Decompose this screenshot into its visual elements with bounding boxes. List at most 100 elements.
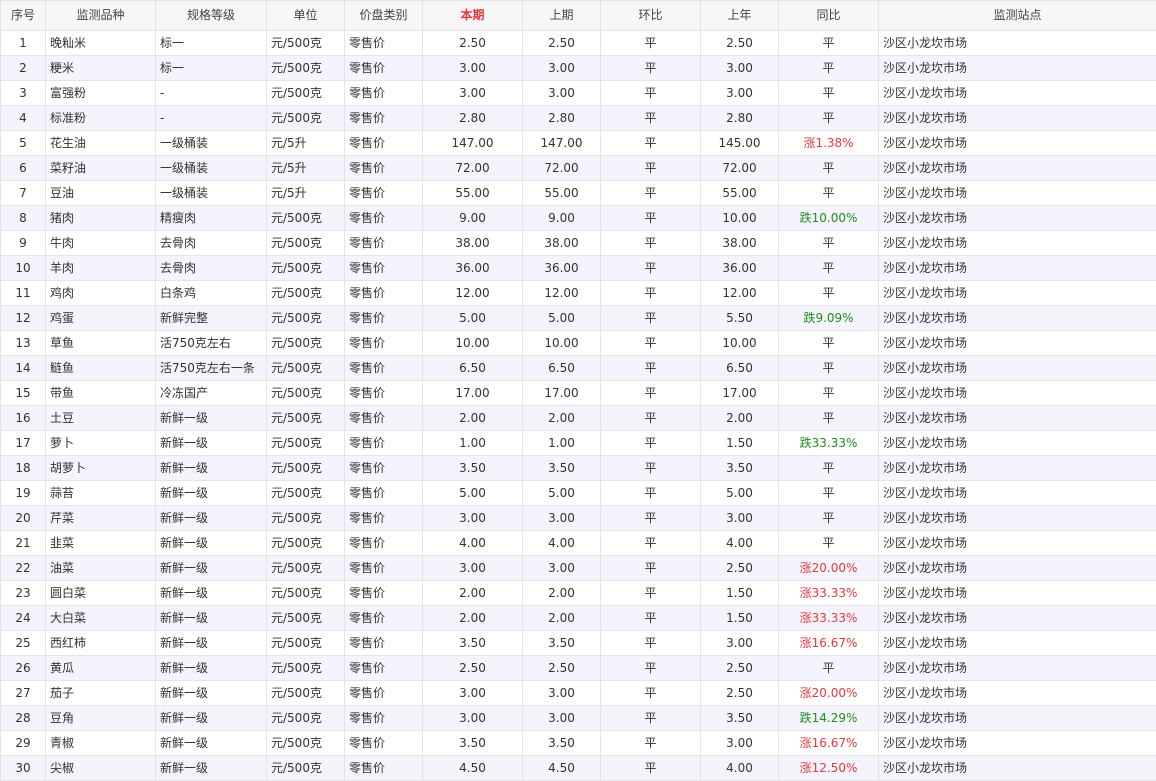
cell-mom-change: 平 xyxy=(600,630,701,656)
cell-variety: 花生油 xyxy=(45,130,156,156)
column-header-index: 序号 xyxy=(0,0,46,31)
cell-variety: 西红柿 xyxy=(45,630,156,656)
cell-previous-price: 3.00 xyxy=(522,555,601,581)
cell-yoy-change: 跌33.33% xyxy=(778,430,879,456)
cell-spec-grade: 新鲜一级 xyxy=(155,580,267,606)
cell-variety: 茄子 xyxy=(45,680,156,706)
cell-previous-price: 12.00 xyxy=(522,280,601,306)
cell-row-index: 23 xyxy=(0,580,46,606)
cell-variety: 菜籽油 xyxy=(45,155,156,181)
cell-spec-grade: 冷冻国产 xyxy=(155,380,267,406)
cell-spec-grade: 新鲜一级 xyxy=(155,405,267,431)
cell-variety: 羊肉 xyxy=(45,255,156,281)
cell-row-index: 6 xyxy=(0,155,46,181)
table-row: 8 猪肉 精瘦肉 元/500克 零售价 9.00 9.00 平 10.00 跌10.00% 沙区小龙… xyxy=(0,205,1156,231)
cell-variety: 韭菜 xyxy=(45,530,156,556)
cell-unit: 元/500克 xyxy=(266,655,345,681)
cell-previous-price: 72.00 xyxy=(522,155,601,181)
cell-monitor-station: 沙区小龙坎市场 xyxy=(878,555,1156,581)
cell-row-index: 15 xyxy=(0,380,46,406)
cell-last-year-price: 2.00 xyxy=(700,405,779,431)
cell-row-index: 18 xyxy=(0,455,46,481)
table-row: 25 西红柿 新鲜一级 元/500克 零售价 3.50 3.50 平 3.00 涨16.67% 沙区… xyxy=(0,630,1156,656)
cell-yoy-change: 涨16.67% xyxy=(778,730,879,756)
cell-variety: 土豆 xyxy=(45,405,156,431)
column-header-unit: 单位 xyxy=(266,0,345,31)
cell-current-price: 4.00 xyxy=(422,530,523,556)
cell-mom-change: 平 xyxy=(600,555,701,581)
cell-price-type: 零售价 xyxy=(344,580,423,606)
cell-previous-price: 6.50 xyxy=(522,355,601,381)
cell-mom-change: 平 xyxy=(600,330,701,356)
cell-mom-change: 平 xyxy=(600,130,701,156)
cell-yoy-change: 平 xyxy=(778,280,879,306)
cell-variety: 蒜苔 xyxy=(45,480,156,506)
cell-monitor-station: 沙区小龙坎市场 xyxy=(878,355,1156,381)
table-row: 17 萝卜 新鲜一级 元/500克 零售价 1.00 1.00 平 1.50 跌33.33% 沙区小… xyxy=(0,430,1156,456)
cell-current-price: 2.50 xyxy=(422,30,523,56)
cell-current-price: 55.00 xyxy=(422,180,523,206)
cell-spec-grade: 新鲜一级 xyxy=(155,480,267,506)
cell-spec-grade: 去骨肉 xyxy=(155,230,267,256)
table-row: 2 粳米 标一 元/500克 零售价 3.00 3.00 平 3.00 平沙区小龙坎市场 xyxy=(0,55,1156,81)
cell-current-price: 3.00 xyxy=(422,505,523,531)
cell-previous-price: 2.00 xyxy=(522,605,601,631)
column-header-last-year: 上年 xyxy=(700,0,779,31)
cell-last-year-price: 4.00 xyxy=(700,530,779,556)
cell-last-year-price: 3.00 xyxy=(700,55,779,81)
cell-variety: 萝卜 xyxy=(45,430,156,456)
cell-price-type: 零售价 xyxy=(344,655,423,681)
cell-last-year-price: 2.50 xyxy=(700,680,779,706)
table-row: 23 圆白菜 新鲜一级 元/500克 零售价 2.00 2.00 平 1.50 涨33.33% 沙区… xyxy=(0,580,1156,606)
price-monitor-table: 序号 监测品种 规格等级 单位 价盘类别 本期 上期 环比 上年 同比 监测站点 1 晚籼米 标一 元/5… xyxy=(0,0,1156,781)
cell-previous-price: 4.00 xyxy=(522,530,601,556)
cell-monitor-station: 沙区小龙坎市场 xyxy=(878,280,1156,306)
cell-mom-change: 平 xyxy=(600,80,701,106)
cell-monitor-station: 沙区小龙坎市场 xyxy=(878,230,1156,256)
cell-previous-price: 1.00 xyxy=(522,430,601,456)
cell-unit: 元/500克 xyxy=(266,405,345,431)
cell-yoy-change: 平 xyxy=(778,505,879,531)
cell-row-index: 3 xyxy=(0,80,46,106)
cell-last-year-price: 17.00 xyxy=(700,380,779,406)
cell-row-index: 11 xyxy=(0,280,46,306)
cell-spec-grade: 新鲜一级 xyxy=(155,555,267,581)
cell-mom-change: 平 xyxy=(600,380,701,406)
table-row: 3 富强粉 - 元/500克 零售价 3.00 3.00 平 3.00 平沙区小龙坎市场 xyxy=(0,80,1156,106)
cell-variety: 猪肉 xyxy=(45,205,156,231)
cell-current-price: 3.50 xyxy=(422,455,523,481)
cell-price-type: 零售价 xyxy=(344,205,423,231)
cell-mom-change: 平 xyxy=(600,755,701,781)
table-row: 9 牛肉 去骨肉 元/500克 零售价 38.00 38.00 平 38.00 平沙区小龙坎市场 xyxy=(0,230,1156,256)
cell-unit: 元/500克 xyxy=(266,305,345,331)
cell-spec-grade: 新鲜完整 xyxy=(155,305,267,331)
cell-mom-change: 平 xyxy=(600,680,701,706)
cell-mom-change: 平 xyxy=(600,55,701,81)
cell-yoy-change: 平 xyxy=(778,405,879,431)
cell-variety: 黄瓜 xyxy=(45,655,156,681)
cell-monitor-station: 沙区小龙坎市场 xyxy=(878,155,1156,181)
cell-current-price: 12.00 xyxy=(422,280,523,306)
cell-monitor-station: 沙区小龙坎市场 xyxy=(878,255,1156,281)
cell-spec-grade: - xyxy=(155,80,267,106)
column-header-spec: 规格等级 xyxy=(155,0,267,31)
cell-last-year-price: 3.00 xyxy=(700,80,779,106)
cell-row-index: 2 xyxy=(0,55,46,81)
cell-current-price: 38.00 xyxy=(422,230,523,256)
cell-unit: 元/500克 xyxy=(266,280,345,306)
cell-monitor-station: 沙区小龙坎市场 xyxy=(878,730,1156,756)
cell-mom-change: 平 xyxy=(600,605,701,631)
table-row: 11 鸡肉 白条鸡 元/500克 零售价 12.00 12.00 平 12.00 平沙区小龙坎市场 xyxy=(0,280,1156,306)
cell-yoy-change: 平 xyxy=(778,230,879,256)
cell-row-index: 9 xyxy=(0,230,46,256)
cell-price-type: 零售价 xyxy=(344,230,423,256)
cell-current-price: 2.00 xyxy=(422,605,523,631)
cell-row-index: 22 xyxy=(0,555,46,581)
cell-monitor-station: 沙区小龙坎市场 xyxy=(878,480,1156,506)
cell-price-type: 零售价 xyxy=(344,155,423,181)
cell-unit: 元/500克 xyxy=(266,255,345,281)
cell-spec-grade: 标一 xyxy=(155,30,267,56)
cell-spec-grade: 一级桶装 xyxy=(155,155,267,181)
cell-spec-grade: 新鲜一级 xyxy=(155,755,267,781)
cell-last-year-price: 2.50 xyxy=(700,555,779,581)
